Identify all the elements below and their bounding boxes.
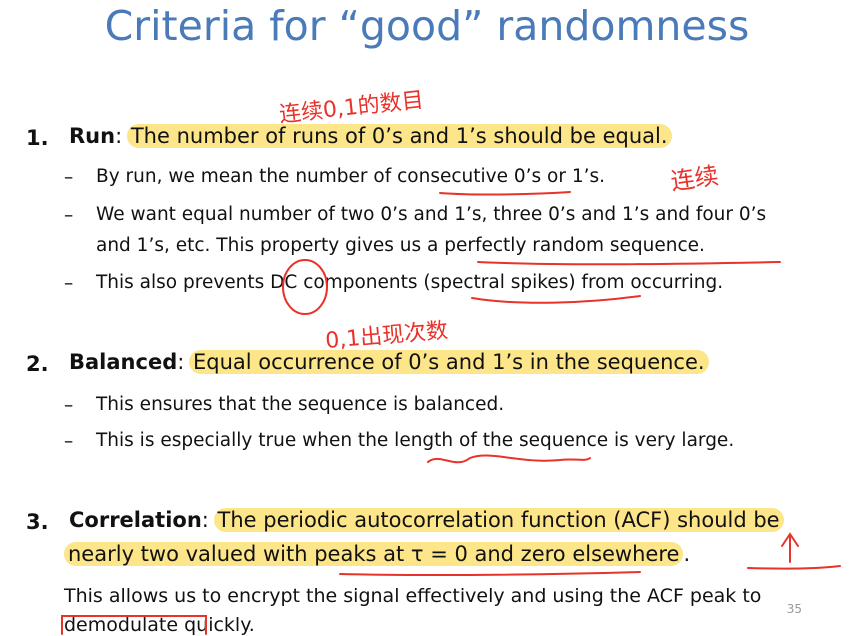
bullet-dash: – xyxy=(64,395,74,416)
arrow-up-icon xyxy=(781,532,799,563)
item-1-number: 1. xyxy=(26,126,49,150)
item-1-bullet-2: We want equal number of two 0’s and 1’s,… xyxy=(96,204,767,225)
bullet-dash: – xyxy=(64,273,74,294)
item-2-bullet-2: This is especially true when the length … xyxy=(96,430,735,451)
item-3-plain-1: This allows us to encrypt the signal eff… xyxy=(64,585,762,607)
note-1: 连续0,1的数目 xyxy=(278,88,425,128)
item-3-highlight-2: nearly two valued with peaks at τ = 0 an… xyxy=(64,542,684,566)
note-2: 连续 xyxy=(669,162,720,196)
item-3-heading-cont: nearly two valued with peaks at τ = 0 an… xyxy=(64,542,691,566)
item-1-term: Run xyxy=(69,124,116,148)
item-3-highlight: The periodic autocorrelation function (A… xyxy=(213,508,784,532)
bullet-dash: – xyxy=(64,167,74,188)
item-3-number: 3. xyxy=(26,510,49,534)
item-1-highlight: The number of runs of 0’s and 1’s should… xyxy=(126,124,672,148)
note-3: 0,1出现次数 xyxy=(324,318,449,354)
underline-peaks xyxy=(339,571,641,577)
bullet-dash: – xyxy=(64,205,74,226)
item-3-tail: . xyxy=(683,542,691,566)
item-2-highlight: Equal occurrence of 0’s and 1’s in the s… xyxy=(189,350,709,374)
item-2-heading: Balanced: Equal occurrence of 0’s and 1’… xyxy=(69,350,709,374)
item-3-heading: Correlation: The periodic autocorrelatio… xyxy=(69,508,784,532)
item-1-bullet-2-cont: and 1’s, etc. This property gives us a p… xyxy=(96,235,705,256)
underline-spectral-spikes xyxy=(471,295,641,304)
item-1-bullet-3: This also prevents DC components (spectr… xyxy=(96,272,724,293)
item-2-number: 2. xyxy=(26,352,49,376)
item-3-plain-2: demodulate quickly. xyxy=(64,614,255,636)
underline-consecutive xyxy=(439,191,571,196)
underline-random-sequence xyxy=(477,261,781,266)
underline-length xyxy=(427,454,591,464)
item-3-term: Correlation xyxy=(69,508,202,532)
slide-number: 35 xyxy=(786,602,802,616)
item-2-bullet-1: This ensures that the sequence is balanc… xyxy=(96,394,505,415)
ink-line-right xyxy=(747,565,841,570)
slide-title: Criteria for “good” randomness xyxy=(104,2,750,50)
item-1-heading: Run: The number of runs of 0’s and 1’s s… xyxy=(69,124,672,148)
handwritten-annotations: 连续0,1的数目 连续 0,1出现次数 xyxy=(61,88,841,635)
item-2-term: Balanced xyxy=(69,350,178,374)
bullet-dash: – xyxy=(64,431,74,452)
item-1-bullet-1: By run, we mean the number of consecutiv… xyxy=(96,166,605,187)
